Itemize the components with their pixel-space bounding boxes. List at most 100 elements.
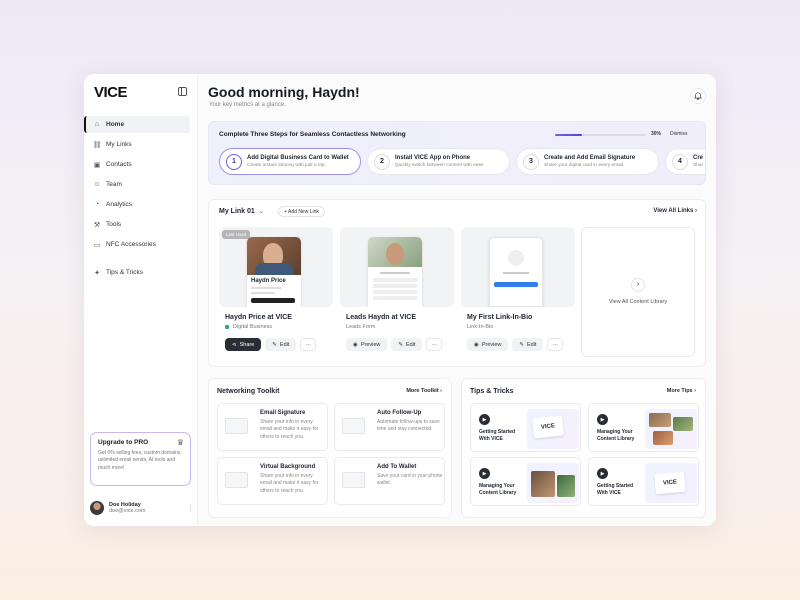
link-card[interactable]: Last Used Haydn Price Haydn Price at VIC…	[219, 227, 333, 357]
edit-button[interactable]: ✎ Edit	[265, 338, 297, 351]
chevron-right-icon: ›	[440, 388, 442, 394]
tip-card[interactable]: ▶ Managing Your Content Library	[588, 403, 699, 452]
steps-progress-bar	[555, 134, 645, 136]
play-icon: ▶	[479, 414, 490, 425]
progress-fill	[555, 134, 582, 136]
tip-card[interactable]: ▶ Getting Started With VICE VICE	[470, 403, 581, 452]
phone-line	[251, 287, 281, 289]
page-subtitle: Your key metrics at a glance.	[209, 102, 286, 108]
my-links-panel: My Link 01 ⌄ + Add New Link View All Lin…	[208, 199, 706, 367]
eye-icon: ◉	[474, 341, 479, 348]
crown-icon: ♛	[176, 438, 184, 447]
sidebar-item-contacts[interactable]: ▣ Contacts	[84, 156, 190, 173]
tip-thumbnail	[527, 463, 579, 503]
more-button[interactable]: ···	[300, 338, 316, 351]
tools-icon: ⚒	[93, 221, 101, 229]
vice-card-graphic: VICE	[532, 415, 564, 439]
dismiss-button[interactable]: Dismiss	[670, 131, 688, 137]
sidebar-item-label: Contacts	[106, 161, 132, 168]
step-card-3[interactable]: 3 Create and Add Email Signature Share y…	[516, 148, 659, 175]
edit-button[interactable]: ✎ Edit	[391, 338, 423, 351]
tip-thumbnail: VICE	[527, 409, 579, 449]
preview-label: Preview	[360, 341, 381, 348]
play-icon: ▶	[597, 468, 608, 479]
share-label: Share	[239, 341, 255, 348]
view-all-links-link[interactable]: View All Links ›	[653, 208, 697, 214]
sidebar-item-home[interactable]: ⌂ Home	[84, 116, 190, 133]
step-desc: Quickly switch between content with ease	[395, 163, 484, 168]
upgrade-title: Upgrade to PRO	[98, 439, 149, 446]
vice-logo[interactable]: VICE	[94, 84, 128, 101]
edit-label: Edit	[526, 341, 537, 348]
sidebar-item-label: NFC Accessories	[106, 241, 156, 248]
view-content-library-card[interactable]: › View All Content Library	[581, 227, 695, 357]
edit-button[interactable]: ✎ Edit	[512, 338, 544, 351]
type-label: Digital Business	[233, 324, 273, 330]
link-card-name: Leads Haydn at VICE	[346, 314, 417, 321]
more-toolkit-link[interactable]: More Toolkit ›	[406, 388, 442, 394]
sidebar-nav: ⌂ Home ⛓ My Links ▣ Contacts ☺ Team ◔ An…	[84, 116, 198, 284]
link-card[interactable]: Leads Haydn at VICE Leads Form ◉ Preview …	[340, 227, 454, 357]
sidebar-item-team[interactable]: ☺ Team	[84, 176, 190, 193]
link-card-type: Leads Form	[346, 324, 376, 330]
onboarding-steps: Complete Three Steps for Seamless Contac…	[208, 121, 706, 185]
nav-divider	[84, 256, 198, 264]
step-title: Install VICE App on Phone	[395, 155, 471, 161]
link-card[interactable]: My First Link-In-Bio Link-In-Bio ◉ Previe…	[461, 227, 575, 357]
nfc-card-icon: ▭	[93, 241, 101, 249]
link-selector[interactable]: My Link 01	[219, 208, 255, 215]
steps-title: Complete Three Steps for Seamless Contac…	[219, 131, 406, 138]
chevron-right-icon: ›	[631, 277, 645, 292]
more-toolkit-label: More Toolkit	[406, 388, 439, 394]
share-icon: ⋖	[232, 341, 237, 348]
more-tips-link[interactable]: More Tips ›	[667, 388, 696, 394]
phone-preview: Haydn Price	[247, 237, 301, 307]
sidebar-collapse-icon[interactable]	[178, 87, 187, 96]
step-card-2[interactable]: 2 Install VICE App on Phone Quickly swit…	[367, 148, 510, 175]
sidebar-item-label: Tools	[106, 221, 122, 228]
phone-row	[373, 290, 417, 294]
toolkit-item-add-to-wallet[interactable]: Add To Wallet Save your card in your pho…	[334, 457, 445, 505]
sidebar-item-label: Tips & Tricks	[106, 269, 143, 276]
play-icon: ▶	[597, 414, 608, 425]
sidebar-item-my-links[interactable]: ⛓ My Links	[84, 136, 190, 153]
step-desc: Share your digital card in every email.	[544, 163, 625, 168]
user-email: doe@vice.com	[109, 508, 146, 514]
phone-row	[373, 278, 417, 282]
lightbulb-icon: ✦	[94, 269, 100, 277]
more-button[interactable]: ···	[426, 338, 442, 351]
link-card-type: Digital Business	[219, 324, 333, 330]
link-card-actions: ◉ Preview ✎ Edit ···	[340, 338, 454, 351]
sidebar-item-analytics[interactable]: ◔ Analytics	[84, 196, 190, 213]
user-profile[interactable]: Doe Holiday doe@vice.com ⋮	[90, 499, 194, 517]
more-vertical-icon[interactable]: ⋮	[187, 504, 194, 512]
preview-button[interactable]: ◉ Preview	[467, 338, 509, 351]
tip-card[interactable]: ▶ Getting Started With VICE VICE	[588, 457, 699, 506]
app-window: VICE ⌂ Home ⛓ My Links ▣ Contacts ☺ Team…	[84, 74, 716, 526]
more-button[interactable]: ···	[547, 338, 563, 351]
phone-row	[373, 284, 417, 288]
step-card-1[interactable]: 1 Add Digital Business Card to Wallet Cr…	[219, 148, 361, 175]
sidebar: VICE ⌂ Home ⛓ My Links ▣ Contacts ☺ Team…	[84, 74, 198, 526]
tip-title: Managing Your Content Library	[597, 429, 635, 442]
contacts-icon: ▣	[93, 161, 101, 169]
preview-button[interactable]: ◉ Preview	[346, 338, 388, 351]
upgrade-card[interactable]: Upgrade to PRO ♛ Get 0% selling fees, cu…	[90, 432, 191, 486]
bell-icon-glyph	[694, 92, 702, 100]
bell-icon[interactable]	[690, 88, 706, 104]
add-new-link-button[interactable]: + Add New Link	[278, 206, 325, 217]
sidebar-item-tips[interactable]: ✦ Tips & Tricks	[84, 264, 190, 281]
step-card-4[interactable]: 4 Cre Shar	[665, 148, 705, 175]
tip-card[interactable]: ▶ Managing Your Content Library	[470, 457, 581, 506]
sidebar-item-tools[interactable]: ⚒ Tools	[84, 216, 190, 233]
share-button[interactable]: ⋖ Share	[225, 338, 262, 351]
toolkit-item-auto-follow-up[interactable]: Auto Follow-Up Automate follow-ups to sa…	[334, 403, 445, 451]
type-dot-icon	[225, 325, 229, 329]
sidebar-item-nfc-accessories[interactable]: ▭ NFC Accessories	[84, 236, 190, 253]
link-icon: ⛓	[92, 141, 102, 149]
chevron-down-icon[interactable]: ⌄	[259, 208, 264, 215]
toolkit-item-email-signature[interactable]: Email Signature Share your info in every…	[217, 403, 328, 451]
home-icon: ⌂	[94, 121, 100, 128]
vice-card-graphic: VICE	[654, 471, 686, 495]
toolkit-item-virtual-background[interactable]: Virtual Background Share your info in ev…	[217, 457, 328, 505]
